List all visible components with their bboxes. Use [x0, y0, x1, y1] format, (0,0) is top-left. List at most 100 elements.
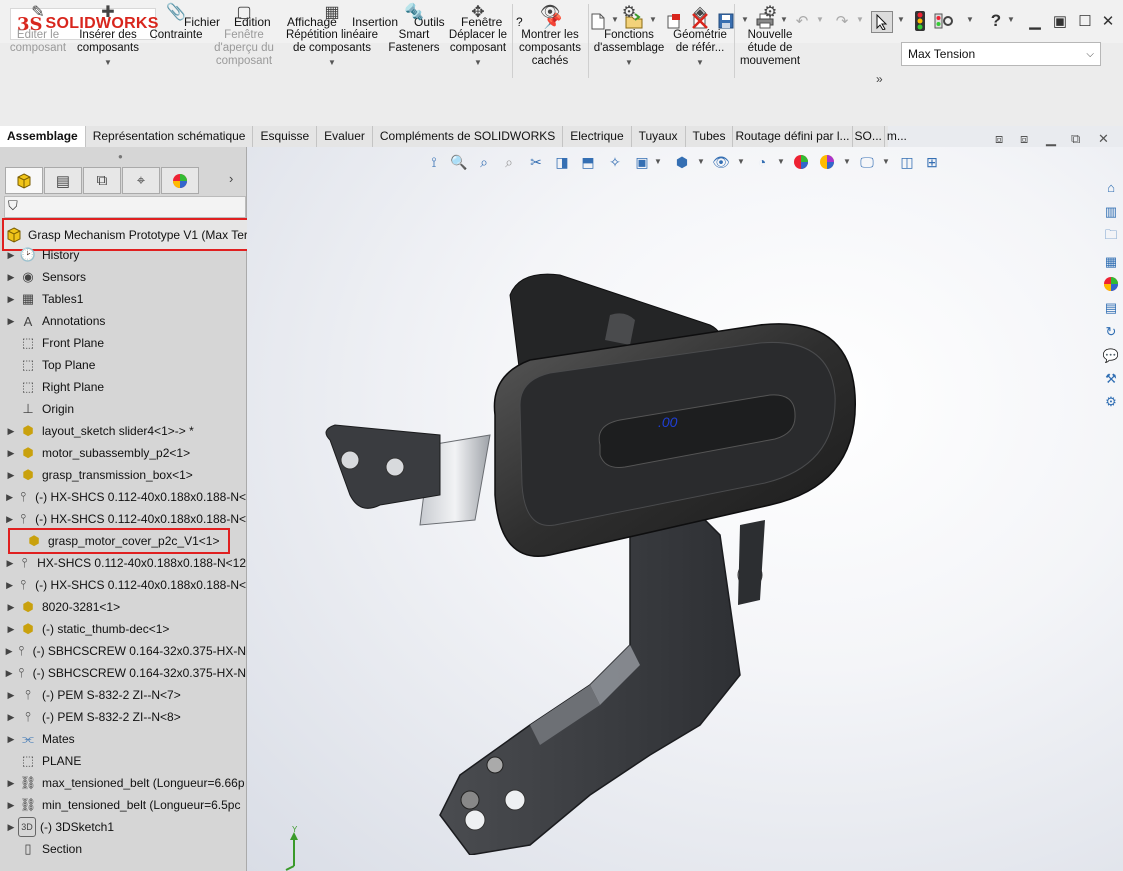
scene-icon[interactable]: ◔	[752, 152, 772, 172]
expand-arrow-icon[interactable]: ▶	[4, 712, 18, 723]
forum-icon[interactable]: ↻	[1101, 322, 1121, 342]
tab-complements[interactable]: Compléments de SOLIDWORKS	[373, 126, 564, 147]
tree-item[interactable]: ▶ ⬢ 8020-3281<1>	[4, 596, 246, 618]
view-orientation-icon[interactable]: ⬒	[578, 152, 598, 172]
tab-electrique[interactable]: Electrique	[563, 126, 632, 147]
split-vertical-icon[interactable]: ◫	[897, 152, 917, 172]
tree-item[interactable]: ▶ ▦ Tables1	[4, 288, 246, 310]
panel-grip-icon[interactable]: ●	[118, 152, 123, 161]
chat-icon[interactable]: 💬	[1101, 346, 1121, 366]
tree-item[interactable]: ▶ ⫯ (-) SBHCSCREW 0.164-32x0.375-HX-N	[4, 640, 246, 662]
dropdown-icon[interactable]: ▼	[882, 157, 890, 166]
options-dropdown-icon[interactable]: ▼	[966, 15, 974, 24]
split-four-icon[interactable]: ⊞	[922, 152, 942, 172]
expand-arrow-icon[interactable]: ▶	[4, 514, 15, 525]
dropdown-icon[interactable]: ▼	[737, 157, 745, 166]
view-palette-icon[interactable]: ▦	[1101, 252, 1121, 272]
grasp-mechanism-model[interactable]: .00	[290, 255, 890, 855]
help-dropdown-icon[interactable]: ▼	[1007, 15, 1015, 24]
select-dropdown-icon[interactable]: ▼	[897, 15, 905, 24]
expand-arrow-icon[interactable]: ▶	[4, 668, 14, 679]
expand-arrow-icon[interactable]: ▶	[4, 250, 18, 261]
section-view-icon[interactable]: ✂	[526, 152, 546, 172]
move-component-button[interactable]: ✥ Déplacer le composant ▼	[446, 5, 510, 69]
redo-dropdown-icon[interactable]: ▼	[856, 15, 864, 24]
feature-tree-tab-icon[interactable]	[5, 167, 43, 194]
tree-item[interactable]: ▶ ⫯ (-) SBHCSCREW 0.164-32x0.375-HX-N	[4, 662, 246, 684]
show-hidden-components-button[interactable]: 👁 Montrer les composants cachés	[516, 5, 584, 68]
tab-tuyaux[interactable]: Tuyaux	[632, 126, 686, 147]
hide-show-items-icon[interactable]: ▣	[632, 152, 652, 172]
tree-item[interactable]: ▯ Section	[4, 838, 246, 860]
expand-arrow-icon[interactable]: ▶	[4, 492, 15, 503]
property-manager-tab-icon[interactable]: ▤	[44, 167, 82, 194]
tree-item[interactable]: ⬢ grasp_motor_cover_p2c_V1<1>	[8, 528, 230, 554]
viewport-tile-right-icon[interactable]: ⧈	[1020, 131, 1028, 147]
display-style-icon[interactable]: ✧	[605, 152, 625, 172]
file-explorer-icon[interactable]: 🗀	[1101, 227, 1121, 247]
tree-filter[interactable]: ⛉	[4, 196, 246, 218]
tab-routage[interactable]: Routage défini par l...	[733, 126, 853, 147]
expand-arrow-icon[interactable]: ▶	[4, 800, 18, 811]
expand-arrow-icon[interactable]: ▶	[4, 580, 15, 591]
tree-item[interactable]: ▶ ⫯ (-) PEM S-832-2 ZI--N<8>	[4, 706, 246, 728]
tree-item[interactable]: ▶ ⬢ layout_sketch slider4<1>-> *	[4, 420, 246, 442]
filter-icon[interactable]: ⛉	[8, 198, 18, 214]
maximize-icon[interactable]: ☐	[1075, 11, 1095, 31]
insert-components-button[interactable]: ✚ Insérer des composants ▼	[74, 5, 142, 69]
select-icon[interactable]	[871, 11, 893, 33]
assembly-features-dropdown-icon[interactable]: ▼	[592, 56, 666, 69]
expand-arrow-icon[interactable]: ▶	[4, 470, 18, 481]
tree-item[interactable]: ▶ ⫯ (-) HX-SHCS 0.112-40x0.188x0.188-N<	[4, 508, 246, 530]
restore-icon[interactable]: ▣	[1050, 11, 1070, 31]
home-icon[interactable]: ⌂	[1101, 177, 1121, 197]
tree-item[interactable]: ▶ ⫯ (-) HX-SHCS 0.112-40x0.188x0.188-N<	[4, 486, 246, 508]
dropdown-icon[interactable]: ▼	[654, 157, 662, 166]
tree-item[interactable]: ▶ ⫯ (-) PEM S-832-2 ZI--N<7>	[4, 684, 246, 706]
tree-item[interactable]: ⊥ Origin	[4, 398, 246, 420]
dropdown-icon[interactable]: ▼	[843, 157, 851, 166]
tree-item[interactable]: ▶ ⛓ min_tensioned_belt (Longueur=6.5pc	[4, 794, 246, 816]
tree-item[interactable]: ▶ ⬢ grasp_transmission_box<1>	[4, 464, 246, 486]
tree-item[interactable]: ▶ A Annotations	[4, 310, 246, 332]
expand-arrow-icon[interactable]: ▶	[4, 690, 18, 701]
tab-assemblage[interactable]: Assemblage	[0, 126, 86, 147]
tree-item[interactable]: ▶ ◉ Sensors	[4, 266, 246, 288]
tree-item[interactable]: ▶ 🕑 History	[4, 244, 246, 266]
chevron-right-icon[interactable]: ›	[229, 171, 233, 186]
tree-item[interactable]: ⬚ Right Plane	[4, 376, 246, 398]
help-icon[interactable]: ?	[986, 11, 1006, 31]
solidworks-tools-icon[interactable]: ⚒	[1101, 369, 1121, 389]
reference-geometry-dropdown-icon[interactable]: ▼	[670, 56, 730, 69]
reference-geometry-button[interactable]: ◈ Géométrie de référ... ▼	[670, 5, 730, 69]
dropdown-icon[interactable]: ▼	[777, 157, 785, 166]
move-component-dropdown-icon[interactable]: ▼	[446, 56, 510, 69]
edit-component-button[interactable]: ✎ Editer le composant	[6, 5, 70, 55]
expand-arrow-icon[interactable]: ▶	[4, 294, 18, 305]
eye-icon[interactable]: 👁	[711, 152, 731, 172]
assembly-features-button[interactable]: ⚙ Fonctions d'assemblage ▼	[592, 5, 666, 69]
options-icon[interactable]	[934, 11, 954, 31]
expand-arrow-icon[interactable]: ▶	[4, 426, 18, 437]
tree-item[interactable]: ▶ ⫯ HX-SHCS 0.112-40x0.188x0.188-N<12	[4, 552, 246, 574]
shaded-cube-icon[interactable]: ⬢	[672, 152, 692, 172]
traffic-light-icon[interactable]	[910, 11, 930, 31]
viewport-minimize-icon[interactable]: ▁	[1046, 131, 1056, 147]
previous-view-icon[interactable]: ⌕	[499, 152, 519, 172]
design-library-icon[interactable]: ▥	[1101, 202, 1121, 222]
edit-appearance-icon[interactable]	[817, 152, 837, 172]
close-window-icon[interactable]: ✕	[1098, 11, 1118, 31]
smart-fasteners-button[interactable]: 🔩 Smart Fasteners	[386, 5, 442, 55]
viewport-tile-left-icon[interactable]: ⧈	[995, 131, 1003, 147]
new-motion-study-button[interactable]: ⚙ Nouvelle étude de mouvement	[738, 5, 802, 68]
expand-arrow-icon[interactable]: ▶	[4, 778, 18, 789]
viewport-close-icon[interactable]: ✕	[1098, 131, 1109, 147]
zoom-area-icon[interactable]: ⌕	[474, 152, 494, 172]
tree-item[interactable]: ▶ 3D (-) 3DSketch1	[4, 816, 246, 838]
display-manager-tab-icon[interactable]	[161, 167, 199, 194]
monitor-icon[interactable]: 🖵	[857, 152, 877, 172]
redo-icon[interactable]: ↷	[832, 11, 852, 31]
linear-pattern-dropdown-icon[interactable]: ▼	[282, 56, 382, 69]
zoom-to-area-icon[interactable]: 🔍	[449, 152, 469, 172]
tab-esquisse[interactable]: Esquisse	[253, 126, 318, 147]
